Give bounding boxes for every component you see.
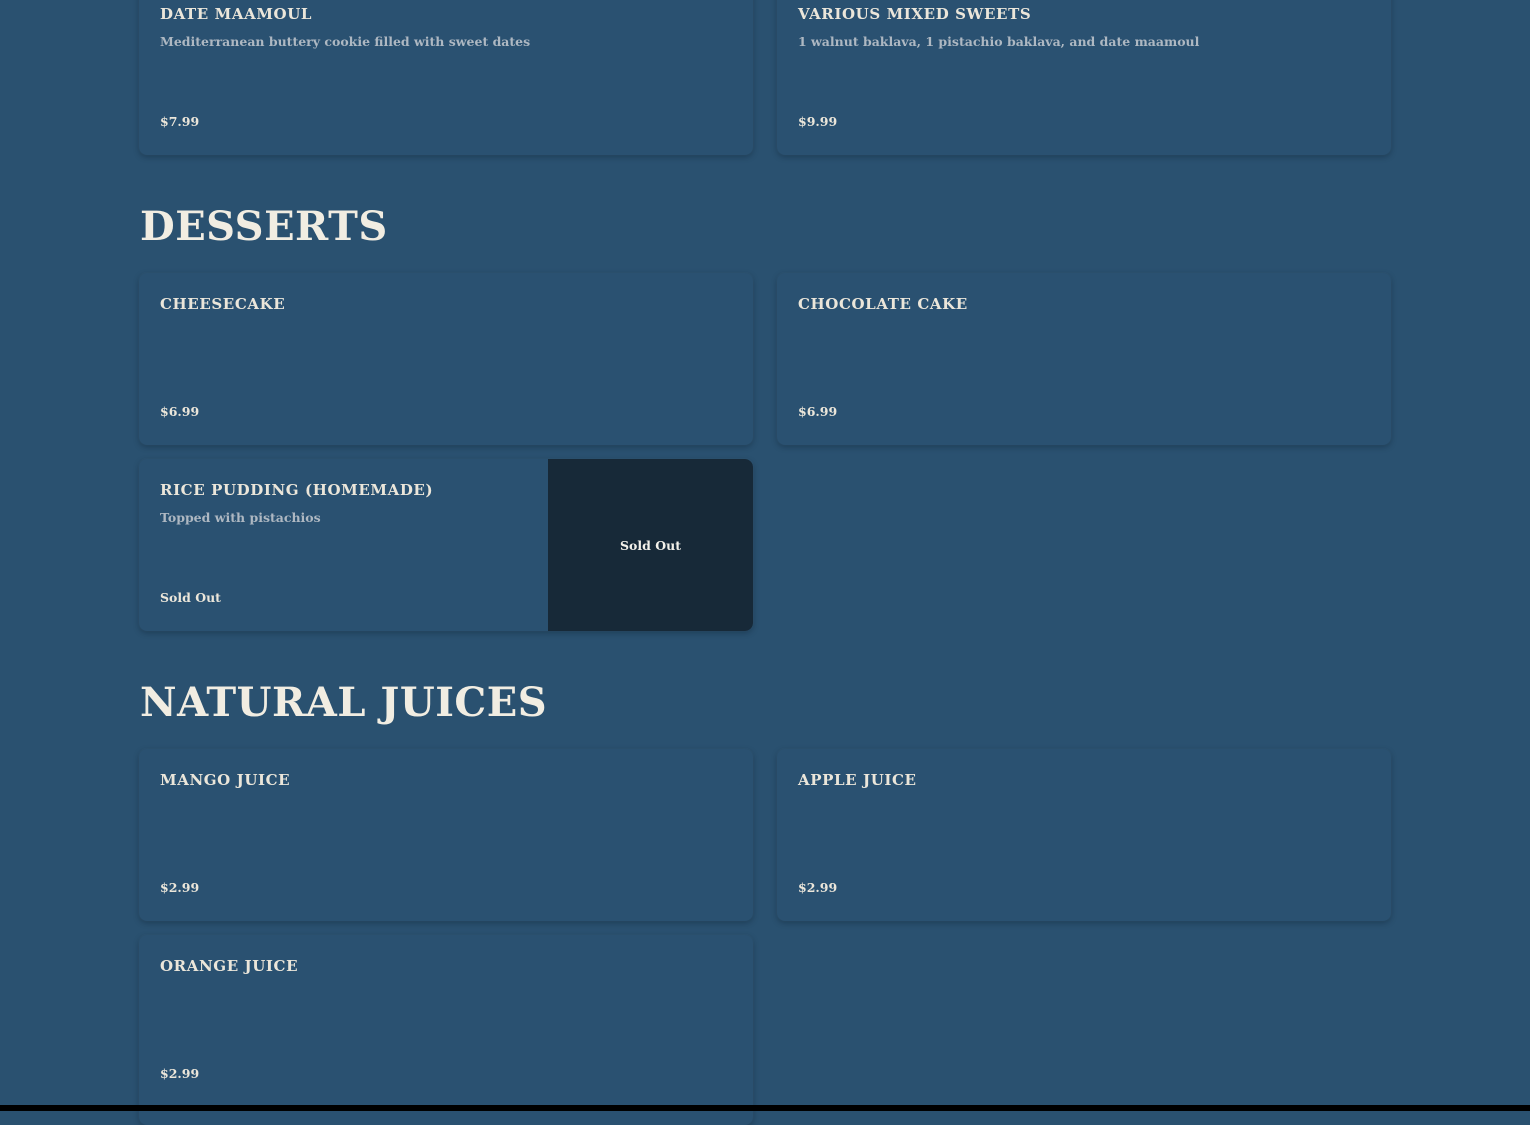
- menu-item-card[interactable]: Cheesecake $6.99: [139, 273, 753, 445]
- section-title-natural-juices: NATURAL JUICES: [140, 679, 548, 726]
- item-name: Various Mixed Sweets: [798, 5, 1032, 23]
- item-name: Cheesecake: [160, 295, 286, 313]
- item-name: Rice Pudding (Homemade): [160, 481, 434, 499]
- item-price: $2.99: [798, 880, 838, 895]
- item-name: Date Maamoul: [160, 5, 313, 23]
- item-image-sold-out-overlay: Sold Out: [548, 459, 753, 631]
- menu-item-card[interactable]: Mango Juice $2.99: [139, 749, 753, 921]
- menu-item-card[interactable]: Apple Juice $2.99: [777, 749, 1391, 921]
- menu-item-card[interactable]: Date Maamoul Mediterranean buttery cooki…: [139, 0, 753, 155]
- item-price: $7.99: [160, 114, 200, 129]
- item-price: $6.99: [160, 404, 200, 419]
- item-name: Mango Juice: [160, 771, 291, 789]
- item-price: $9.99: [798, 114, 838, 129]
- menu-item-card[interactable]: Orange Juice $2.99: [139, 935, 753, 1125]
- item-price: $6.99: [798, 404, 838, 419]
- menu-item-card[interactable]: Various Mixed Sweets 1 walnut baklava, 1…: [777, 0, 1391, 155]
- item-name: Chocolate Cake: [798, 295, 968, 313]
- sold-out-label: Sold Out: [160, 590, 221, 605]
- bottom-edge-bar: [0, 1105, 1530, 1111]
- item-description: 1 walnut baklava, 1 pistachio baklava, a…: [798, 34, 1200, 49]
- item-price: $2.99: [160, 880, 200, 895]
- item-name: Apple Juice: [798, 771, 917, 789]
- menu-item-card-sold-out[interactable]: Rice Pudding (Homemade) Topped with pist…: [139, 459, 753, 631]
- menu-item-card[interactable]: Chocolate Cake $6.99: [777, 273, 1391, 445]
- item-name: Orange Juice: [160, 957, 299, 975]
- section-title-desserts: DESSERTS: [140, 203, 388, 250]
- item-price: $2.99: [160, 1066, 200, 1081]
- item-description: Mediterranean buttery cookie filled with…: [160, 34, 531, 49]
- item-description: Topped with pistachios: [160, 510, 321, 525]
